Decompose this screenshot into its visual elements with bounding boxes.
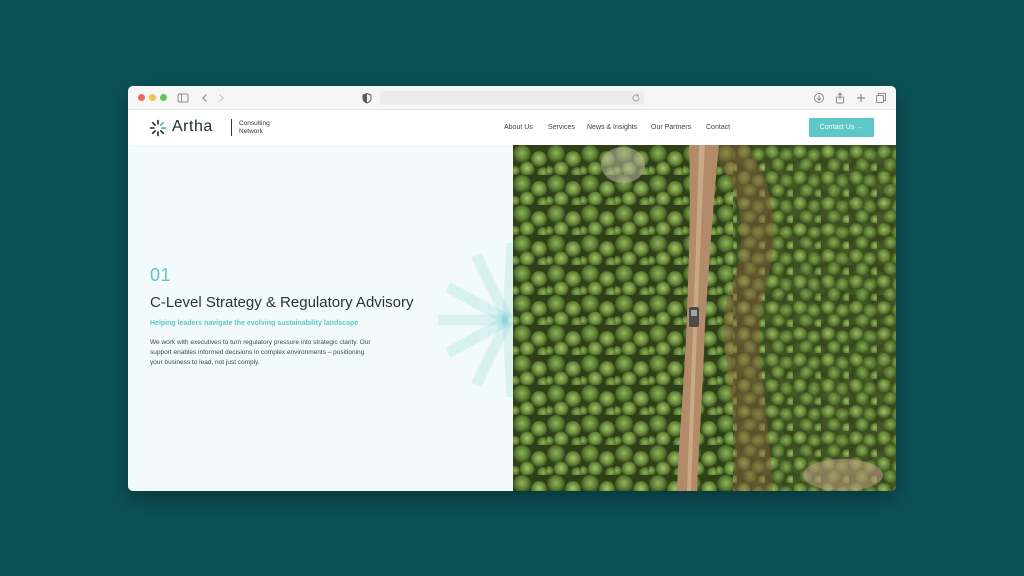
reload-icon[interactable] [631,93,641,103]
nav-contact[interactable]: Contact [706,124,730,132]
brand-name[interactable]: Artha [172,118,213,136]
hero-subtitle: Helping leaders navigate the evolving su… [150,320,359,327]
zoom-window-button[interactable] [160,94,167,101]
artha-logo-icon[interactable] [149,119,167,137]
brand-subtitle: Consulting Network [239,120,289,136]
site-header: Artha Consulting Network About Us Servic… [128,110,896,145]
tabs-icon[interactable] [874,91,888,105]
browser-window: Artha Consulting Network About Us Servic… [128,86,896,491]
brand-subtitle-line2: Network [239,128,263,135]
hero-forest-photo [513,145,896,491]
nav-our-partners[interactable]: Our Partners [651,124,691,132]
hero-title: C-Level Strategy & Regulatory Advisory [150,294,414,311]
sidebar-icon[interactable] [176,91,190,105]
nav-news-insights[interactable]: News & Insights [587,124,637,132]
minimize-window-button[interactable] [149,94,156,101]
close-window-button[interactable] [138,94,145,101]
nav-about-us[interactable]: About Us [504,124,533,132]
back-icon[interactable] [198,91,212,105]
contact-us-button[interactable]: Contact Us → [809,118,874,137]
section-number: 01 [150,265,172,285]
shield-icon[interactable] [360,91,374,105]
brand-subtitle-line1: Consulting [239,120,270,127]
aerial-forest-image [513,145,896,491]
decorative-burst-icon [428,235,513,405]
hero-body: We work with executives to turn regulato… [150,339,371,366]
hero-text-panel: 01 C-Level Strategy & Regulatory Advisor… [128,145,513,491]
new-tab-icon[interactable] [854,91,868,105]
forward-icon[interactable] [214,91,228,105]
nav-services[interactable]: Services [548,124,575,132]
logo-divider [231,119,232,136]
address-bar[interactable] [380,91,644,105]
share-icon[interactable] [833,91,847,105]
download-icon[interactable] [812,91,826,105]
browser-toolbar [128,86,896,110]
